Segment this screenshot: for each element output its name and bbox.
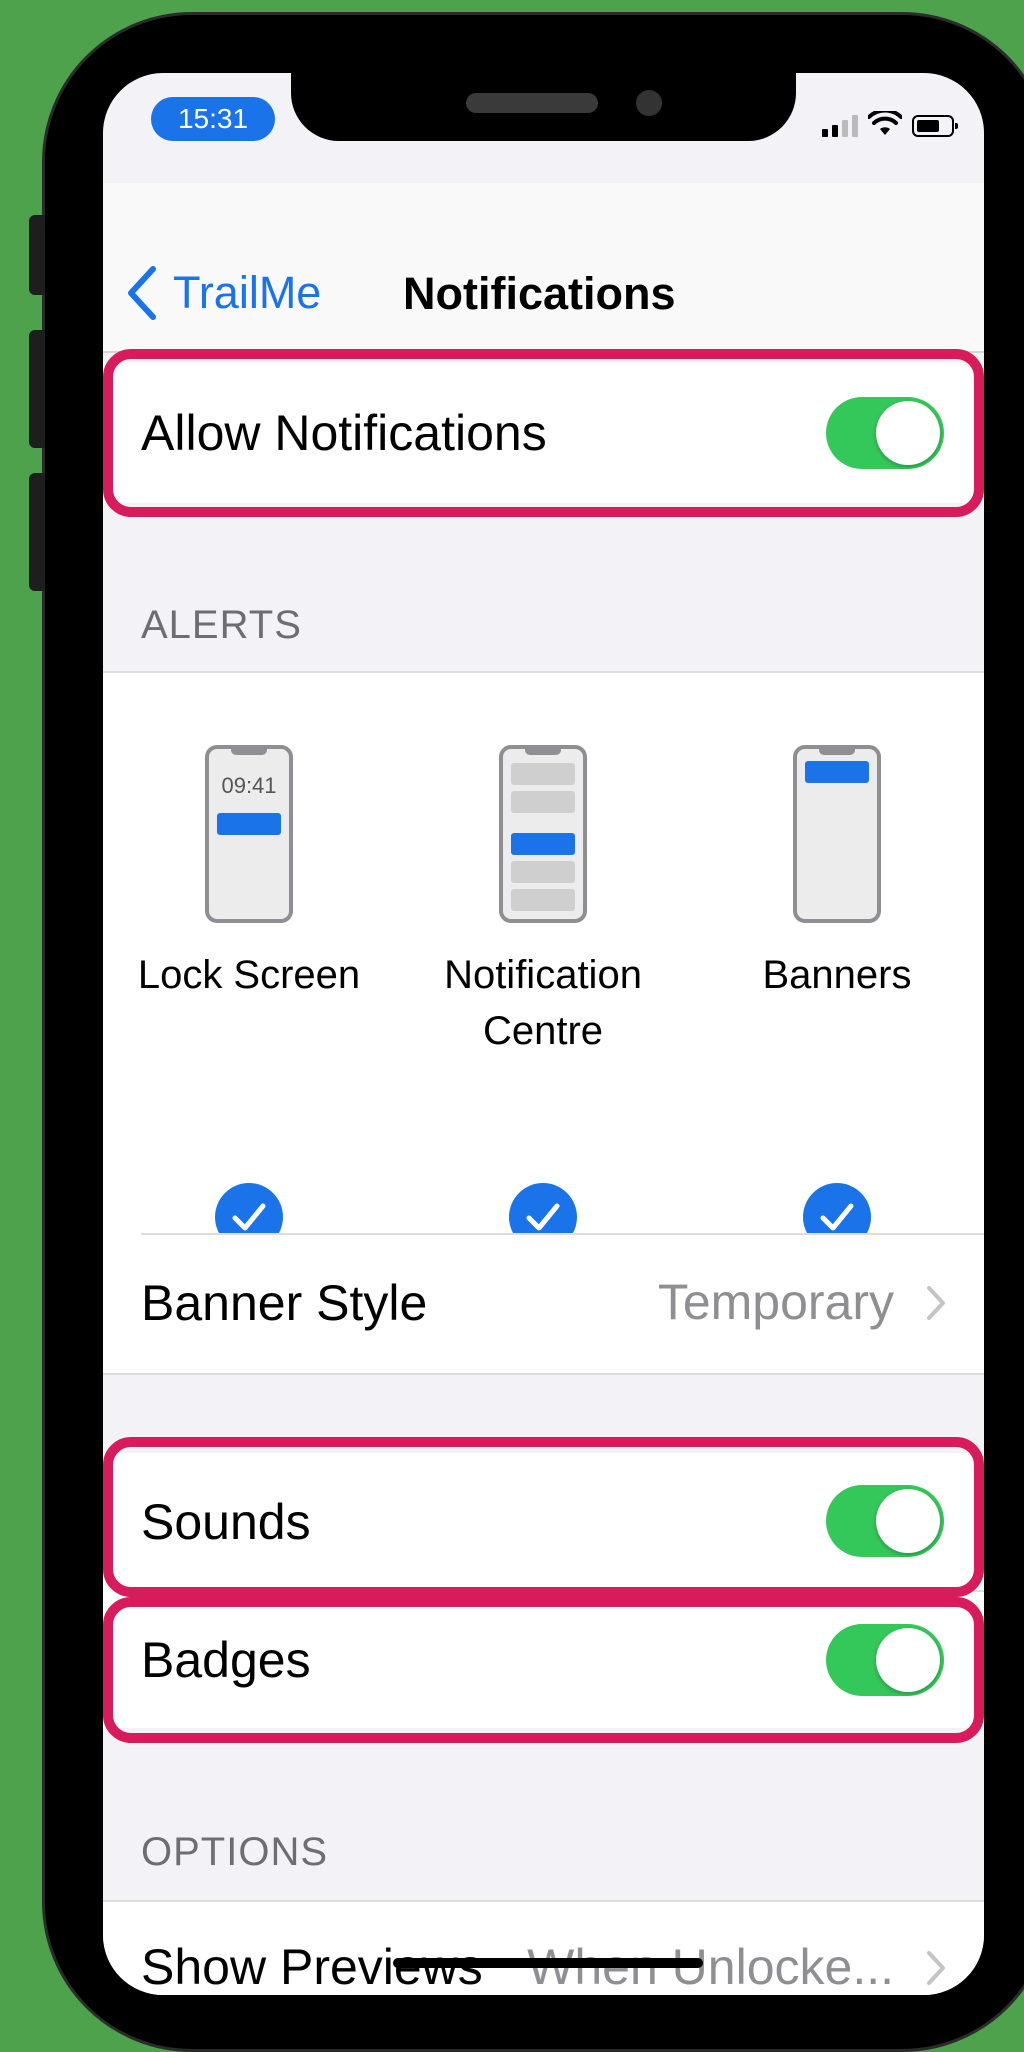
alert-style-notification-centre[interactable]: Notification Centre (403, 745, 683, 1059)
notification-centre-preview-icon (499, 745, 587, 923)
options-section-header: OPTIONS (141, 1830, 329, 1874)
banner-style-value: Temporary (657, 1274, 894, 1330)
back-button[interactable]: TrailMe (125, 265, 321, 321)
alerts-group: 09:41 Lock Screen Notification Centre Ba… (103, 671, 984, 1316)
banners-preview-icon (793, 745, 881, 923)
options-group: Show Previews When Unlocke... (103, 1900, 984, 1995)
back-button-label: TrailMe (173, 267, 322, 318)
sounds-label: Sounds (141, 1493, 311, 1550)
lock-screen-label: Lock Screen (137, 953, 361, 997)
cellular-signal-icon (822, 115, 858, 137)
alert-style-banners[interactable]: Banners (697, 745, 977, 1003)
alerts-section-header: ALERTS (141, 603, 302, 647)
page-title: Notifications (403, 268, 676, 319)
toggle-knob (876, 401, 940, 465)
volume-up-button (29, 330, 45, 448)
banners-label: Banners (762, 953, 912, 997)
notch (291, 73, 796, 141)
allow-notifications-label: Allow Notifications (141, 405, 547, 461)
toggle-knob (876, 1628, 940, 1692)
sounds-row: Sounds (103, 1453, 984, 1590)
silent-switch (29, 215, 45, 295)
banner-style-group: Banner Style Temporary (103, 1233, 984, 1375)
lock-screen-preview-time: 09:41 (221, 773, 277, 798)
battery-icon (912, 115, 958, 137)
screen: 15:31 TrailMe Notifications Allow Notifi… (103, 73, 984, 1995)
speaker-grille (466, 93, 598, 113)
banner-style-label: Banner Style (141, 1275, 428, 1331)
allow-notifications-toggle[interactable] (826, 397, 944, 469)
status-icons (822, 107, 958, 137)
sounds-badges-group: Sounds Badges (103, 1453, 984, 1728)
chevron-right-icon (927, 1951, 945, 1985)
badges-toggle[interactable] (826, 1624, 944, 1696)
chevron-left-icon (128, 266, 156, 320)
home-indicator[interactable] (393, 1958, 703, 1968)
status-time: 15:31 (151, 97, 275, 141)
badges-row: Badges (103, 1592, 984, 1728)
notification-centre-label: Notification Centre (403, 947, 683, 1059)
front-camera (636, 90, 662, 116)
navigation-bar: TrailMe Notifications (103, 183, 984, 353)
wifi-icon (868, 111, 902, 135)
notification-centre-label-line2: Centre (482, 1009, 604, 1053)
allow-notifications-row: Allow Notifications (103, 363, 984, 503)
lock-screen-preview-icon: 09:41 (205, 745, 293, 923)
sounds-toggle[interactable] (826, 1485, 944, 1557)
volume-down-button (29, 473, 45, 591)
alert-style-lock-screen[interactable]: 09:41 Lock Screen (109, 745, 389, 1003)
banner-style-row[interactable]: Banner Style Temporary (103, 1233, 984, 1373)
badges-label: Badges (141, 1632, 311, 1688)
allow-notifications-group: Allow Notifications (103, 363, 984, 503)
alert-styles: 09:41 Lock Screen Notification Centre Ba… (103, 745, 984, 1053)
show-previews-row[interactable]: Show Previews When Unlocke... (103, 1902, 984, 1995)
toggle-knob (876, 1489, 940, 1553)
notification-centre-label-line1: Notification (444, 953, 642, 997)
chevron-right-icon (927, 1286, 945, 1320)
